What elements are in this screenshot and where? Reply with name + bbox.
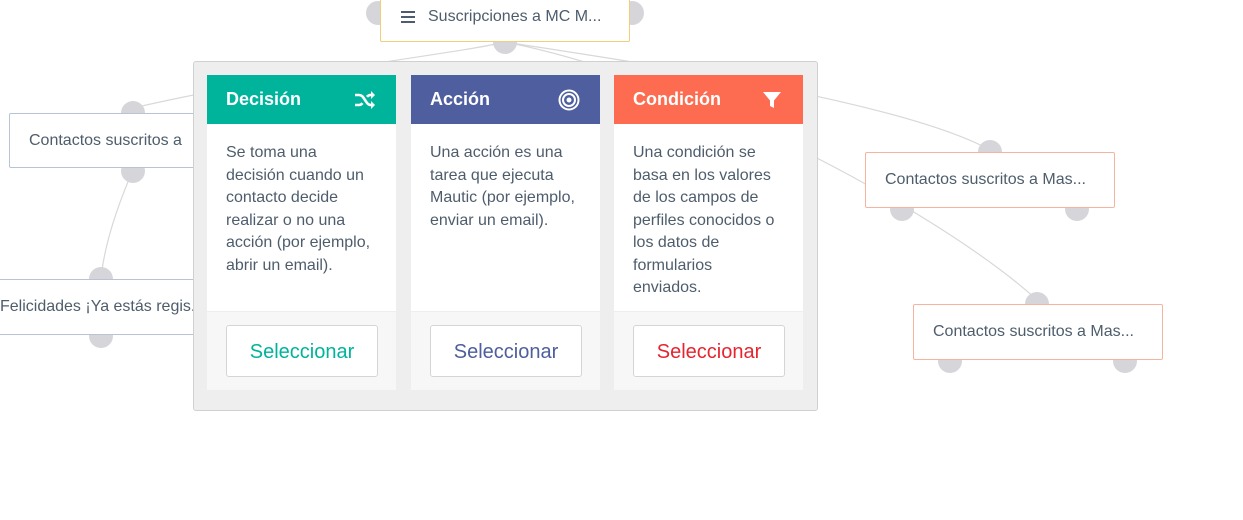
condition-card-footer: Seleccionar xyxy=(614,311,803,390)
event-type-picker: Decisión Se toma una decisión cuando un … xyxy=(193,61,818,411)
select-condition-button[interactable]: Seleccionar xyxy=(633,325,785,377)
action-card-title: Acción xyxy=(430,89,491,109)
condition-card-header: Condición xyxy=(614,75,803,124)
filter-icon xyxy=(763,91,781,108)
source-node-label: Suscripciones a MC M... xyxy=(428,8,602,25)
bullseye-icon xyxy=(558,89,580,110)
campaign-node[interactable]: Contactos suscritos a xyxy=(9,113,209,168)
condition-card-description: Una condición se basa en los valores de … xyxy=(633,144,775,296)
action-card-header: Acción xyxy=(411,75,600,124)
action-card: Acción Una acción es una tarea que ejecu… xyxy=(411,75,600,390)
source-node[interactable]: Suscripciones a MC M... xyxy=(380,0,630,42)
campaign-node-label: Felicidades ¡Ya estás regis... xyxy=(0,298,205,315)
campaign-node[interactable]: Contactos suscritos a Mas... xyxy=(913,304,1163,360)
campaign-node-label: Contactos suscritos a xyxy=(29,131,182,149)
decision-card-footer: Seleccionar xyxy=(207,311,396,390)
list-icon xyxy=(401,11,415,23)
select-action-button[interactable]: Seleccionar xyxy=(430,325,582,377)
campaign-builder-canvas: Suscripciones a MC M... Contactos suscri… xyxy=(0,0,1243,520)
action-card-footer: Seleccionar xyxy=(411,311,600,390)
campaign-node-label: Contactos suscritos a Mas... xyxy=(933,323,1134,340)
campaign-node-label: Contactos suscritos a Mas... xyxy=(885,171,1086,188)
condition-card: Condición Una condición se basa en los v… xyxy=(614,75,803,390)
shuffle-icon xyxy=(355,90,375,109)
action-card-description: Una acción es una tarea que ejecuta Maut… xyxy=(430,144,575,229)
decision-card-description: Se toma una decisión cuando un contacto … xyxy=(226,144,371,274)
decision-card-header: Decisión xyxy=(207,75,396,124)
condition-card-title: Condición xyxy=(633,89,721,109)
select-decision-button[interactable]: Seleccionar xyxy=(226,325,378,377)
campaign-node[interactable]: Felicidades ¡Ya estás regis... xyxy=(0,279,206,335)
campaign-node[interactable]: Contactos suscritos a Mas... xyxy=(865,152,1115,208)
decision-card: Decisión Se toma una decisión cuando un … xyxy=(207,75,396,390)
decision-card-title: Decisión xyxy=(226,89,302,109)
